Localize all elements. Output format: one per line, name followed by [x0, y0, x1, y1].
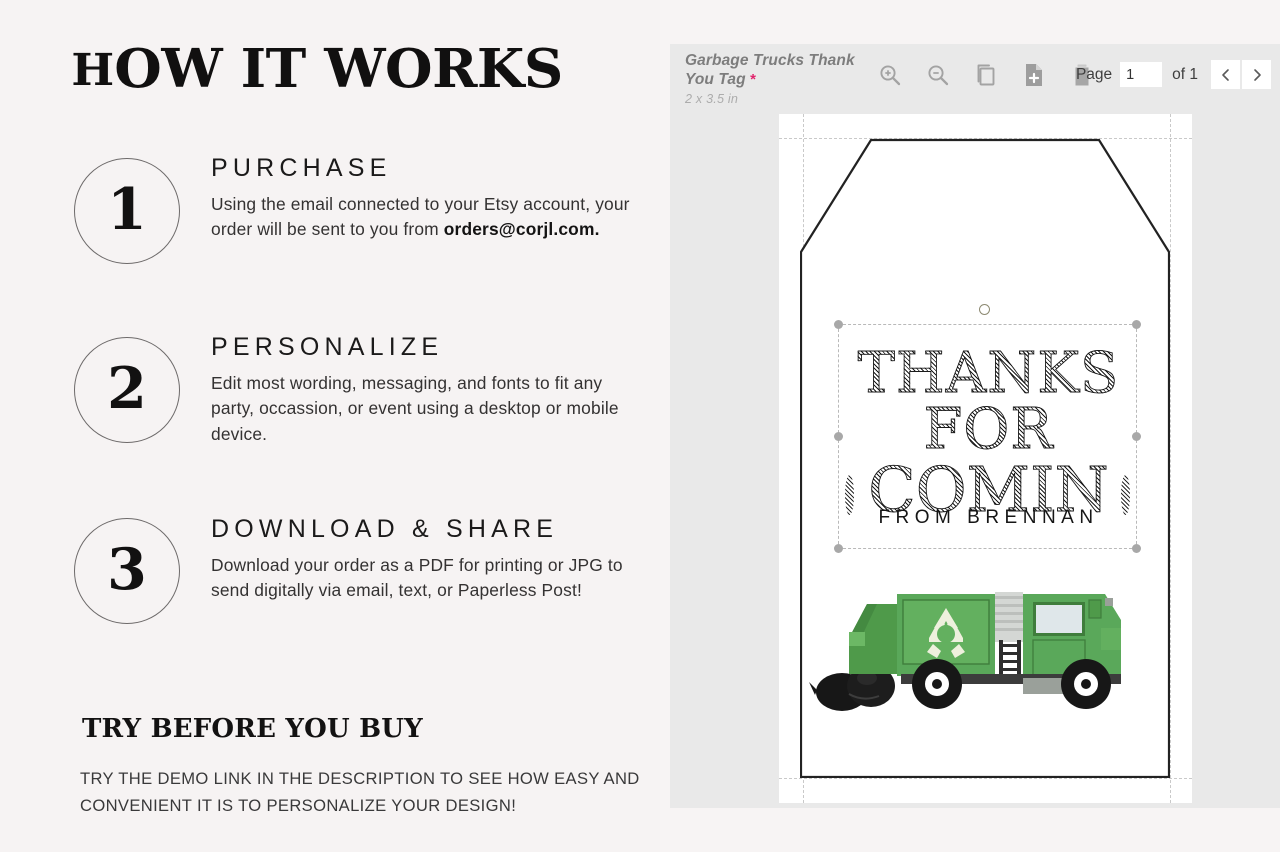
document-dimensions: 2 x 3.5 in — [685, 92, 739, 106]
step-heading: PURCHASE — [211, 154, 392, 182]
selected-text-object[interactable]: THANKS FOR COMIN FROM BRENNAN — [834, 320, 1141, 553]
step-number-circle: 1 — [74, 158, 180, 264]
page-label: Page — [1075, 65, 1113, 83]
document-title-text: Garbage Trucks Thank You Tag — [685, 52, 855, 88]
tag-hole-punch — [979, 304, 990, 315]
step-number-circle: 3 — [74, 518, 180, 624]
tag-from-line: FROM BRENNAN — [878, 507, 1099, 528]
step-description: Edit most wording, messaging, and fonts … — [211, 373, 619, 444]
step-number: 3 — [107, 535, 147, 603]
page-title: HOW IT WORKS — [72, 38, 563, 100]
chevron-right-icon — [1253, 68, 1261, 81]
resize-handle-bottom-right[interactable] — [1132, 544, 1141, 553]
step-heading: PERSONALIZE — [211, 333, 444, 361]
duplicate-page-icon[interactable] — [971, 58, 1001, 92]
page-title-swash-initial: H — [72, 45, 115, 96]
chevron-left-icon — [1221, 68, 1229, 81]
zoom-in-icon[interactable] — [875, 58, 905, 92]
page-number-input[interactable] — [1120, 62, 1163, 87]
add-page-icon[interactable] — [1019, 58, 1049, 92]
step-number-circle: 2 — [74, 337, 180, 443]
page-total-label: of 1 — [1172, 65, 1198, 83]
next-page-button[interactable] — [1242, 60, 1271, 89]
garbage-truck-illustration — [805, 574, 1157, 714]
guide-line-bottom — [779, 778, 1192, 779]
step-description: Using the email connected to your Etsy a… — [211, 192, 631, 243]
step-number: 1 — [107, 175, 147, 243]
resize-handle-top-left[interactable] — [834, 320, 843, 329]
try-before-you-buy-heading: TRY BEFORE YOU BUY — [82, 714, 423, 744]
required-asterisk-icon: * — [750, 70, 757, 88]
guide-line-right — [1170, 114, 1171, 803]
resize-handle-top-right[interactable] — [1132, 320, 1141, 329]
resize-handle-bottom-left[interactable] — [834, 544, 843, 553]
step-heading: DOWNLOAD & SHARE — [211, 515, 559, 543]
page-title-rest: OW IT WORKS — [114, 38, 563, 100]
document-info: Garbage Trucks Thank You Tag * 2 x 3.5 i… — [685, 52, 865, 106]
step-number: 2 — [107, 354, 147, 422]
design-canvas[interactable]: THANKS FOR COMIN FROM BRENNAN — [779, 114, 1192, 803]
try-before-you-buy-text: TRY THE DEMO LINK IN THE DESCRIPTION TO … — [80, 769, 640, 815]
step-description: Download your order as a PDF for printin… — [211, 555, 623, 601]
editor-tool-icons — [875, 58, 1097, 92]
editor-toolbar: Garbage Trucks Thank You Tag * 2 x 3.5 i… — [670, 44, 1280, 110]
zoom-out-icon[interactable] — [923, 58, 953, 92]
page-navigation: Page of 1 — [1076, 60, 1271, 89]
design-editor-panel: Garbage Trucks Thank You Tag * 2 x 3.5 i… — [670, 44, 1280, 808]
step-description-email: orders@corjl.com. — [443, 219, 600, 240]
how-it-works-panel: HOW IT WORKS 1 PURCHASE Using the email … — [0, 0, 660, 852]
document-title: Garbage Trucks Thank You Tag * — [685, 52, 865, 89]
previous-page-button[interactable] — [1211, 60, 1240, 89]
